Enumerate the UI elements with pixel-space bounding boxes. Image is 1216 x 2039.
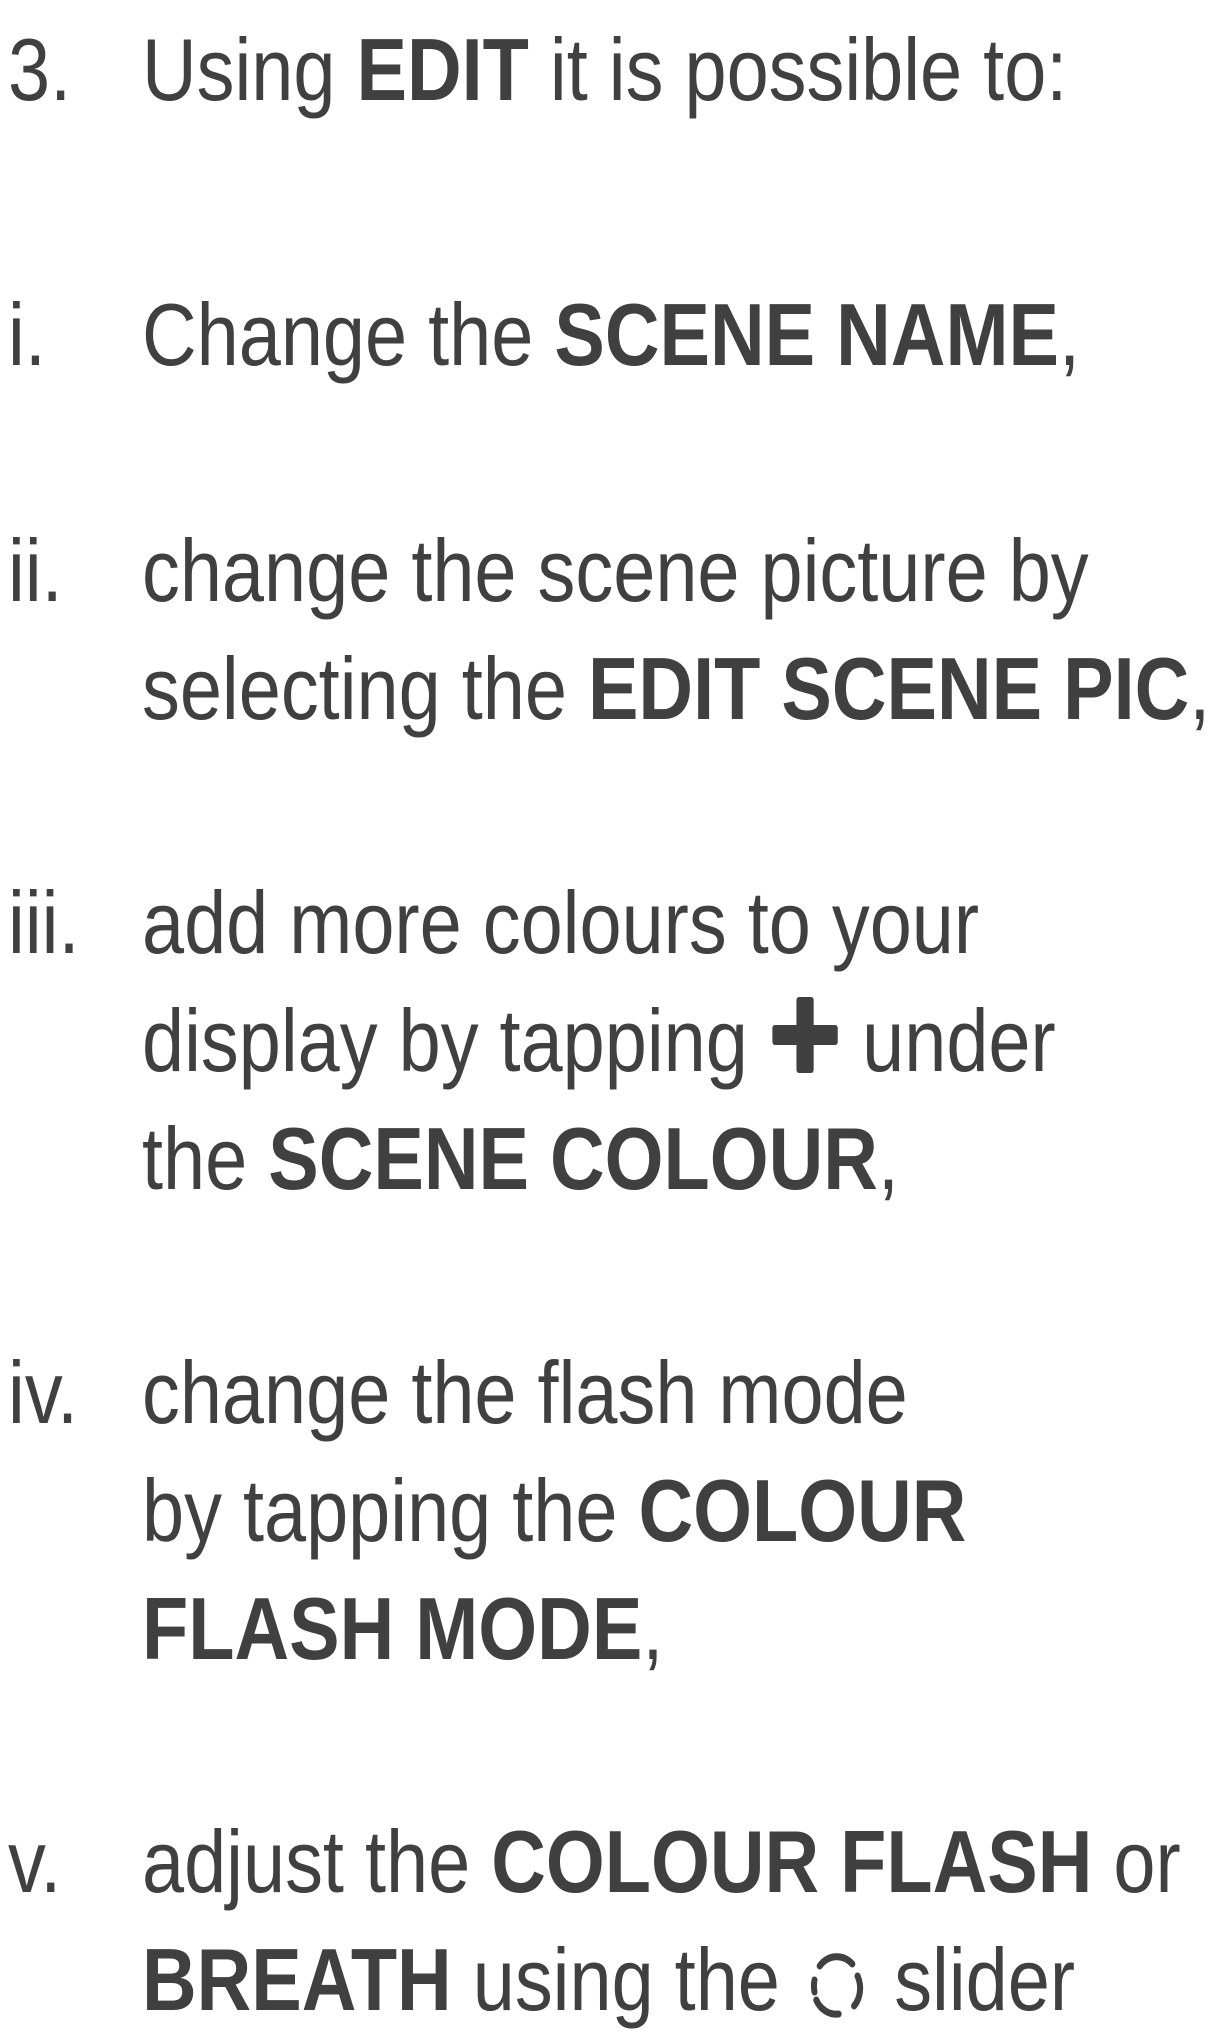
scene-colour-label: SCENE COLOUR bbox=[268, 1109, 878, 1208]
step-heading-line: Using EDIT it is possible to: bbox=[142, 20, 1068, 119]
slider-dial-icon bbox=[811, 1953, 864, 2018]
list-marker: ii. bbox=[8, 521, 63, 620]
list-item-line: the SCENE COLOUR, bbox=[142, 1109, 899, 1208]
list-item-line: change the scene picture by bbox=[142, 521, 1089, 620]
step-number: 3. bbox=[8, 20, 72, 119]
list-item-line: adjust the COLOUR FLASH or bbox=[142, 1812, 1181, 1911]
edit-label: EDIT bbox=[356, 20, 529, 119]
colour-flash-label: COLOUR FLASH bbox=[491, 1812, 1093, 1911]
colour-label: COLOUR bbox=[638, 1461, 967, 1560]
list-item-line: by tapping the COLOUR bbox=[142, 1461, 967, 1560]
breath-label: BREATH bbox=[142, 1930, 452, 2029]
scene-name-label: SCENE NAME bbox=[554, 285, 1059, 384]
list-item-line: Change the SCENE NAME, bbox=[142, 285, 1081, 384]
list-item-line: add more colours to your bbox=[142, 873, 980, 972]
list-item-line: selecting the EDIT SCENE PIC, bbox=[142, 639, 1211, 738]
list-item-line: BREATH using the slider bbox=[142, 1930, 1076, 2029]
edit-scene-pic-label: EDIT SCENE PIC bbox=[587, 639, 1190, 738]
list-marker: iv. bbox=[8, 1343, 79, 1442]
instruction-document: 3. Using EDIT it is possible to: i. Chan… bbox=[0, 0, 1216, 2029]
list-item-line: change the flash mode bbox=[142, 1343, 908, 1442]
list-marker: i. bbox=[8, 285, 46, 384]
list-marker: iii. bbox=[8, 873, 80, 972]
plus-icon bbox=[769, 993, 841, 1077]
list-marker: v. bbox=[8, 1812, 62, 1911]
list-item-line: FLASH MODE, bbox=[142, 1579, 664, 1678]
flash-mode-label: FLASH MODE bbox=[142, 1579, 643, 1678]
list-item-line: display by tapping under bbox=[142, 991, 1056, 1090]
